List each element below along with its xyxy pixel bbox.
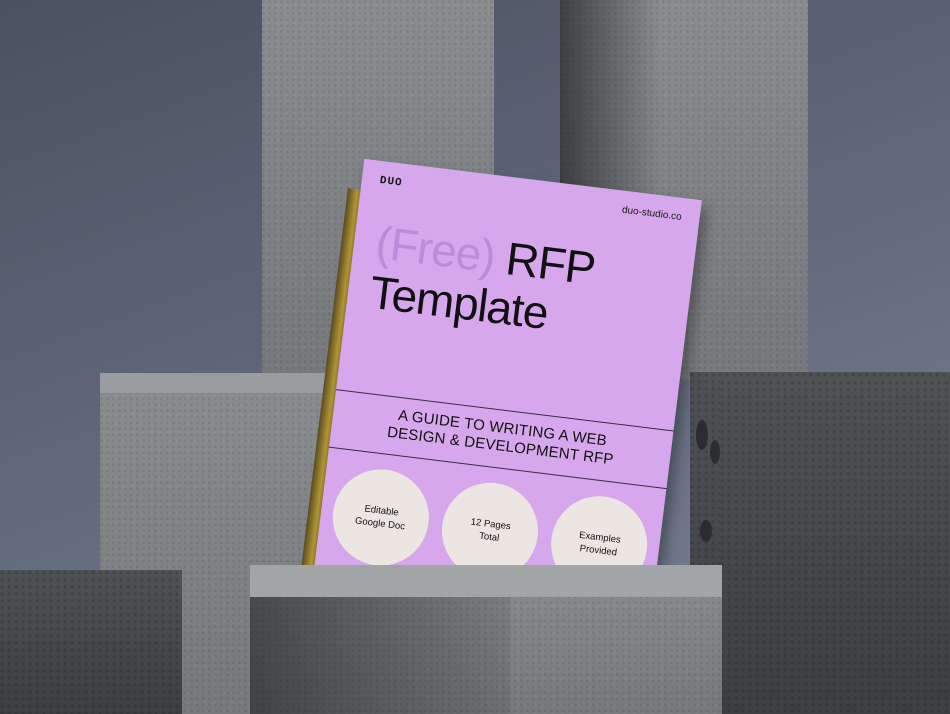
block-shadow [250,597,510,714]
duo-logo: DUO [379,174,404,190]
block-hole [710,440,720,464]
cover-subtitle: A GUIDE TO WRITING A WEB DESIGN & DEVELO… [330,399,672,476]
block-hole [700,520,712,542]
concrete-block-bottom-left [0,570,182,714]
book: DUO duo-studio.co (Free) RFP Template A … [314,158,702,610]
block-top-face [100,373,330,393]
website-label: duo-studio.co [621,204,683,223]
book-cover: DUO duo-studio.co (Free) RFP Template A … [314,158,702,610]
concrete-block-right-front [720,380,950,714]
photo-scene: DUO duo-studio.co (Free) RFP Template A … [0,0,950,714]
cover-title: (Free) RFP Template [367,216,598,343]
block-top-face [250,565,722,597]
feature-circle-editable: Editable Google Doc [327,463,435,571]
